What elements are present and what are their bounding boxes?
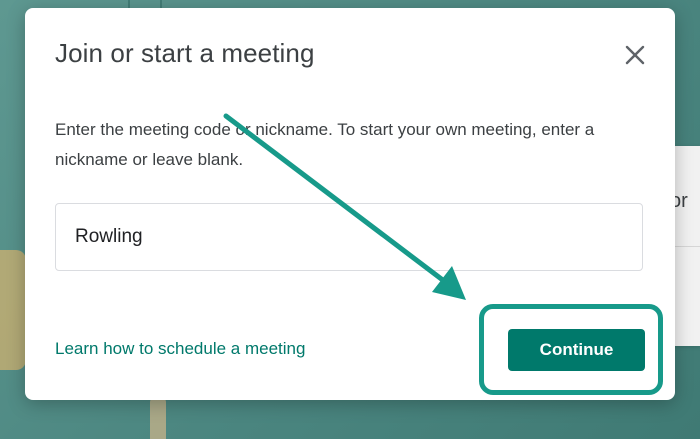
close-icon <box>625 45 645 65</box>
dialog-instructions: Enter the meeting code or nickname. To s… <box>55 120 595 169</box>
background-chair <box>0 250 26 370</box>
meeting-code-field <box>55 203 643 271</box>
close-button[interactable] <box>619 39 651 71</box>
background-lamp <box>150 398 166 439</box>
dialog-title: Join or start a meeting <box>55 38 315 68</box>
join-meeting-dialog: Join or start a meeting Enter the meetin… <box>25 8 675 400</box>
continue-button[interactable]: Continue <box>508 329 645 371</box>
learn-schedule-link[interactable]: Learn how to schedule a meeting <box>55 339 305 359</box>
meeting-code-input[interactable] <box>56 204 642 270</box>
